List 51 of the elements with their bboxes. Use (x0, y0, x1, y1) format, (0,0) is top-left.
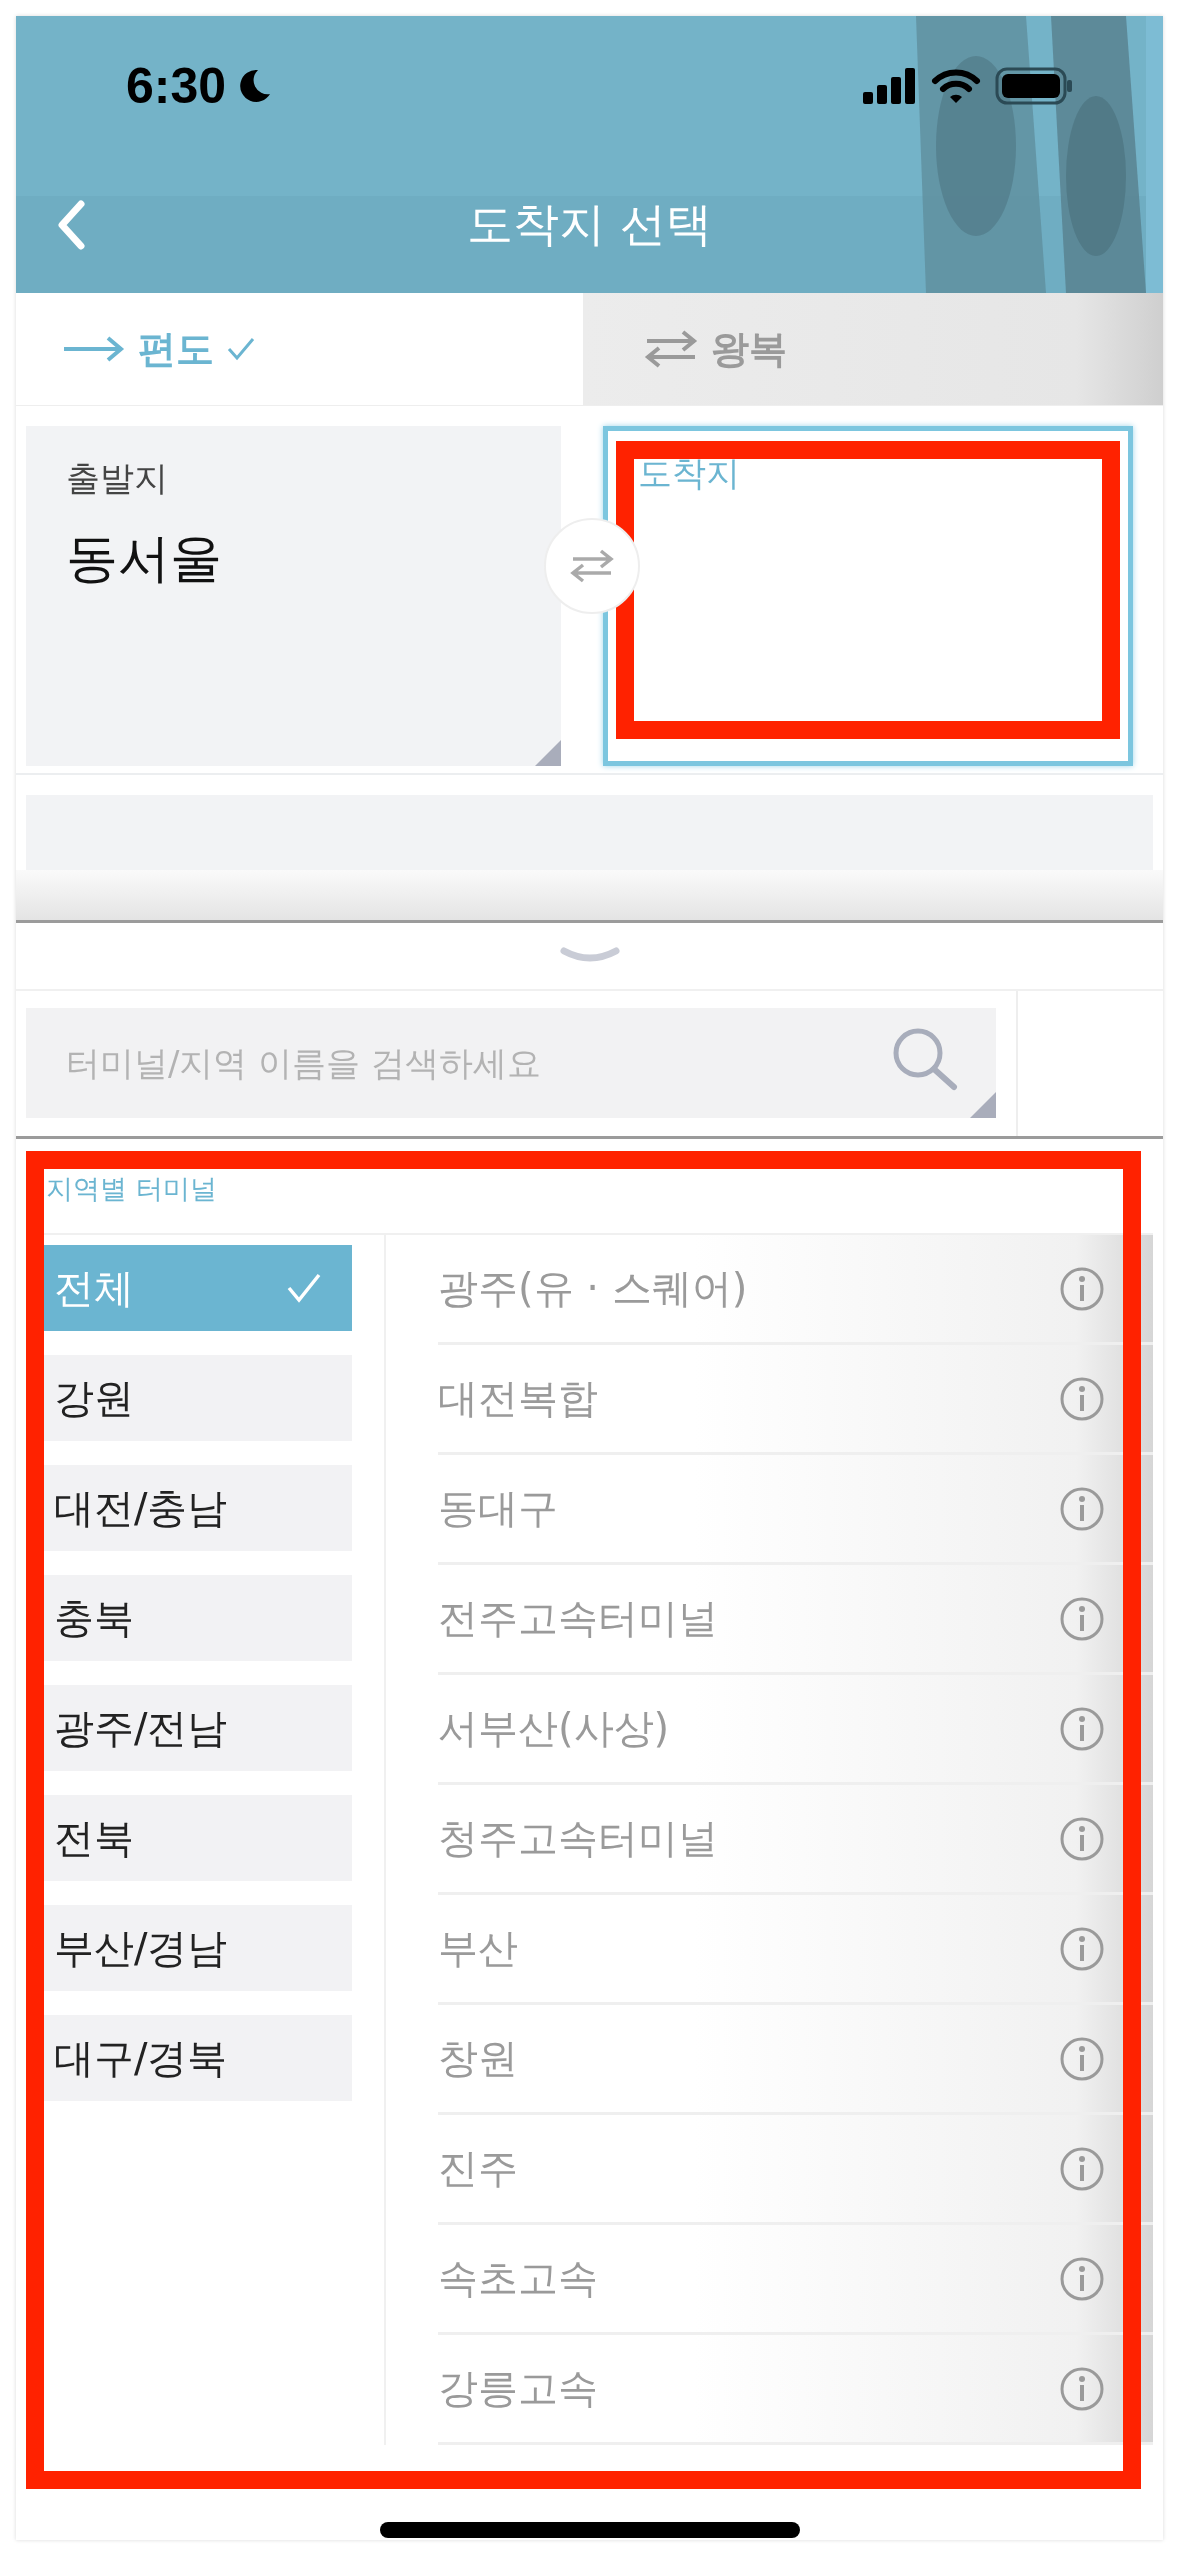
arrival-label: 도착지 (638, 452, 741, 495)
info-icon (1059, 1595, 1105, 1642)
check-icon (226, 336, 256, 362)
info-icon (1059, 1815, 1105, 1862)
battery-icon (995, 67, 1073, 105)
info-icon (1059, 1925, 1105, 1972)
section-title: 지역별 터미널 (45, 1172, 218, 1206)
wifi-icon (931, 68, 981, 104)
check-icon (286, 1272, 322, 1304)
info-icon (1059, 1485, 1105, 1532)
departure-value: 동서울 (66, 527, 223, 590)
info-icon (1059, 2145, 1105, 2192)
region-item[interactable]: 전북 (44, 1795, 352, 1881)
terminal-name[interactable]: 청주고속터미널 (438, 1811, 718, 1866)
info-icon (1059, 2255, 1105, 2302)
terminal-name[interactable]: 부산 (438, 1921, 518, 1976)
corner-icon (535, 740, 561, 766)
terminal-name[interactable]: 진주 (438, 2141, 518, 2196)
info-icon (1059, 1375, 1105, 1422)
trip-tab[interactable]: 왕복 (582, 293, 1163, 405)
terminal-name[interactable]: 속초고속 (438, 2251, 598, 2306)
terminal-name[interactable]: 대전복합 (438, 1371, 598, 1426)
terminal-name[interactable]: 서부산(사상) (438, 1701, 670, 1756)
terminal-name[interactable]: 동대구 (438, 1481, 558, 1536)
arrival-card[interactable]: 도착지 (603, 426, 1133, 766)
departure-card[interactable]: 출발지 동서울 (26, 426, 561, 766)
arrow-right-icon (62, 334, 126, 364)
terminal-name[interactable]: 강릉고속 (438, 2361, 598, 2416)
region-item[interactable]: 광주/전남 (44, 1685, 352, 1771)
terminal-name[interactable]: 전주고속터미널 (438, 1591, 718, 1646)
corner-icon (970, 1092, 996, 1118)
region-item[interactable]: 대구/경북 (44, 2015, 352, 2101)
region-item[interactable]: 강원 (44, 1355, 352, 1441)
signal-icon (863, 68, 917, 104)
terminal-name[interactable]: 광주(유 · 스퀘어) (438, 1261, 748, 1316)
region-item[interactable]: 전체 (44, 1245, 352, 1331)
region-item[interactable]: 부산/경남 (44, 1905, 352, 1991)
region-item[interactable]: 대전/충남 (44, 1465, 352, 1551)
info-icon (1059, 2365, 1105, 2412)
info-icon (1059, 1705, 1105, 1752)
info-icon (1059, 1265, 1105, 1312)
departure-label: 출발지 (66, 457, 169, 500)
info-icon (1059, 2035, 1105, 2082)
swap-arrows-icon (570, 548, 614, 584)
region-item[interactable]: 충북 (44, 1575, 352, 1661)
screen-title: 도착지 선택 (467, 195, 712, 253)
status-time: 6:30 (126, 57, 227, 115)
swap-arrows-icon (642, 329, 699, 369)
terminal-name[interactable]: 창원 (438, 2031, 518, 2086)
back-icon (56, 199, 86, 250)
search-field[interactable]: 터미널/지역 이름을 검색하세요 (26, 1008, 996, 1118)
